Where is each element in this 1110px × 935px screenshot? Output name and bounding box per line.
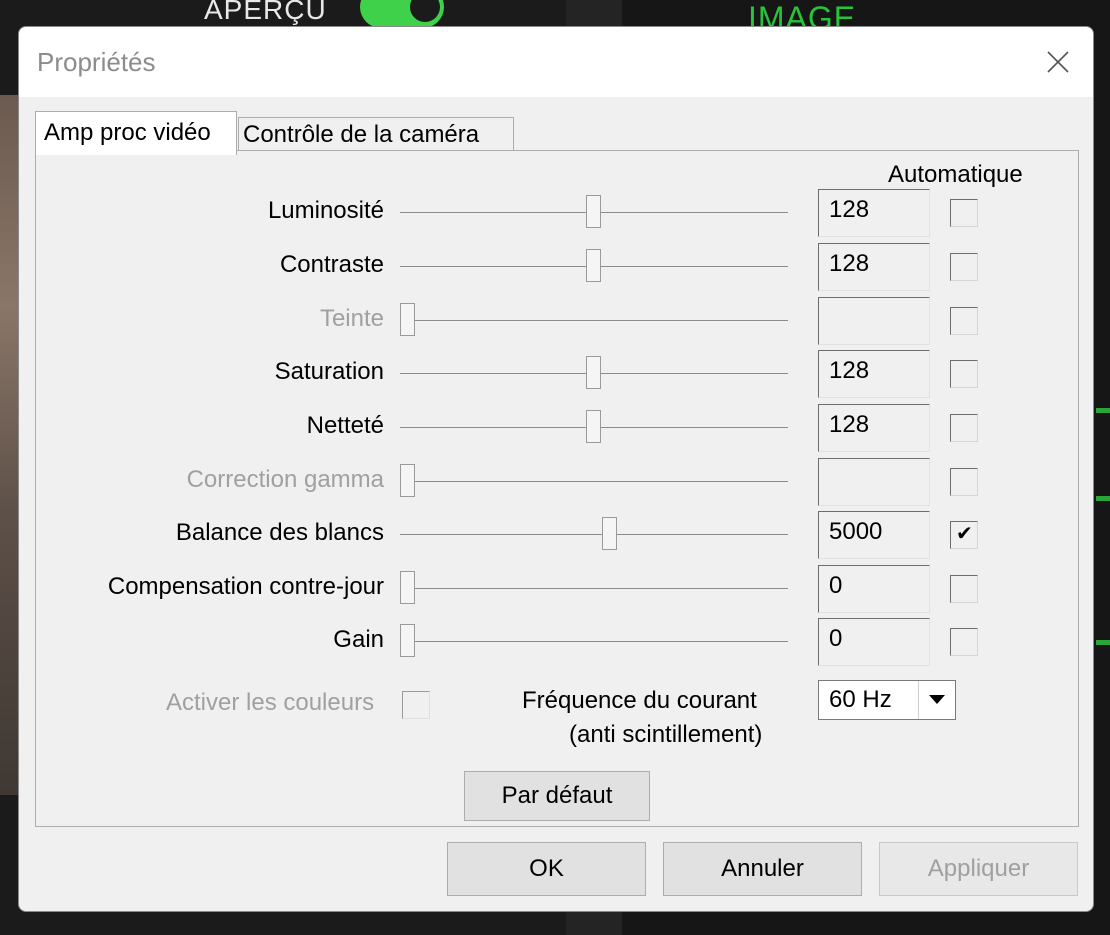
chevron-down-icon[interactable] [918, 681, 955, 719]
property-slider [399, 295, 788, 347]
property-value[interactable]: 0 [818, 565, 930, 613]
background-indicator [1096, 640, 1110, 645]
property-value[interactable]: 5000 [818, 511, 930, 559]
preview-toggle[interactable] [360, 0, 444, 28]
property-row: Correction gamma [36, 456, 1078, 508]
property-row: Gain 0 [36, 616, 1078, 668]
property-row: Teinte [36, 295, 1078, 347]
tab-label: Contrôle de la caméra [243, 121, 480, 148]
property-label: Teinte [319, 305, 384, 332]
property-slider[interactable] [399, 616, 788, 668]
slider-thumb[interactable] [601, 517, 617, 550]
camera-preview [0, 95, 20, 795]
enable-colors-label: Activer les couleurs [166, 689, 375, 716]
slider-track [400, 481, 788, 482]
title-bar: Propriétés [19, 27, 1093, 97]
background-indicator [1096, 496, 1110, 501]
slider-track [400, 320, 788, 321]
properties-dialog: Propriétés Amp proc vidéo Contrôle de la… [18, 26, 1094, 912]
preview-label: APERÇU [204, 0, 327, 25]
property-value[interactable]: 128 [818, 350, 930, 398]
auto-checkbox[interactable] [950, 414, 978, 442]
checkmark-icon: ✔ [956, 523, 973, 545]
property-row: Luminosité 128 [36, 187, 1078, 239]
slider-thumb [399, 303, 415, 336]
property-label: Gain [333, 626, 384, 653]
automatic-column-header: Automatique [888, 161, 1023, 188]
property-row: Balance des blancs 5000 ✔ [36, 509, 1078, 561]
cancel-button[interactable]: Annuler [663, 842, 862, 896]
auto-checkbox[interactable] [950, 307, 978, 335]
toggle-knob [410, 0, 440, 22]
auto-checkbox[interactable] [950, 628, 978, 656]
property-label: Saturation [274, 358, 384, 385]
close-button[interactable] [1035, 39, 1081, 85]
property-slider[interactable] [400, 241, 788, 293]
slider-thumb[interactable] [586, 195, 601, 228]
auto-checkbox[interactable] [950, 360, 978, 388]
property-label: Netteté [306, 412, 384, 439]
property-label: Correction gamma [186, 466, 384, 493]
property-slider[interactable] [400, 187, 788, 239]
tab-panel: Automatique Luminosité 128 Contraste 128 Tei… [35, 150, 1079, 827]
property-row: Contraste 128 [36, 241, 1078, 293]
property-label: Compensation contre-jour [107, 573, 384, 600]
default-button[interactable]: Par défaut [464, 771, 650, 821]
property-value[interactable]: 128 [818, 243, 930, 291]
frequency-select[interactable]: 60 Hz [818, 680, 956, 720]
frequency-value: 60 Hz [829, 686, 892, 713]
background-indicator [1096, 408, 1110, 413]
tab-video-proc-amp[interactable]: Amp proc vidéo [35, 111, 237, 155]
dialog-title: Propriétés [37, 47, 156, 77]
frequency-label: Fréquence du courant [522, 687, 757, 714]
slider-thumb[interactable] [586, 410, 601, 443]
property-value [818, 297, 930, 345]
tab-camera-control[interactable]: Contrôle de la caméra [238, 117, 514, 151]
slider-thumb[interactable] [586, 356, 601, 389]
auto-checkbox[interactable] [950, 199, 978, 227]
property-slider[interactable] [400, 402, 788, 454]
ok-button[interactable]: OK [447, 842, 646, 896]
property-value[interactable]: 128 [818, 404, 930, 452]
auto-checkbox[interactable] [950, 575, 978, 603]
property-row: Saturation 128 [36, 348, 1078, 400]
property-value[interactable]: 128 [818, 189, 930, 237]
property-label: Contraste [279, 251, 384, 278]
property-row: Compensation contre-jour 0 [36, 563, 1078, 615]
apply-button: Appliquer [879, 842, 1078, 896]
property-label: Luminosité [267, 197, 384, 224]
property-label: Balance des blancs [175, 519, 384, 546]
auto-checkbox[interactable]: ✔ [950, 521, 978, 549]
tab-label: Amp proc vidéo [44, 119, 211, 146]
auto-checkbox[interactable] [950, 253, 978, 281]
property-slider [399, 456, 788, 508]
property-value[interactable]: 0 [818, 618, 930, 666]
slider-track [400, 588, 788, 589]
property-value [818, 458, 930, 506]
property-slider[interactable] [400, 348, 788, 400]
frequency-sublabel: (anti scintillement) [569, 721, 763, 748]
property-row: Netteté 128 [36, 402, 1078, 454]
slider-thumb[interactable] [399, 571, 415, 604]
property-slider[interactable] [399, 563, 788, 615]
slider-thumb [399, 464, 415, 497]
slider-thumb[interactable] [399, 624, 415, 657]
enable-colors-checkbox [402, 691, 430, 719]
auto-checkbox[interactable] [950, 468, 978, 496]
slider-thumb[interactable] [586, 249, 601, 282]
slider-track [400, 641, 788, 642]
property-slider[interactable] [400, 509, 788, 561]
close-icon [1035, 39, 1081, 85]
slider-track [400, 534, 788, 535]
